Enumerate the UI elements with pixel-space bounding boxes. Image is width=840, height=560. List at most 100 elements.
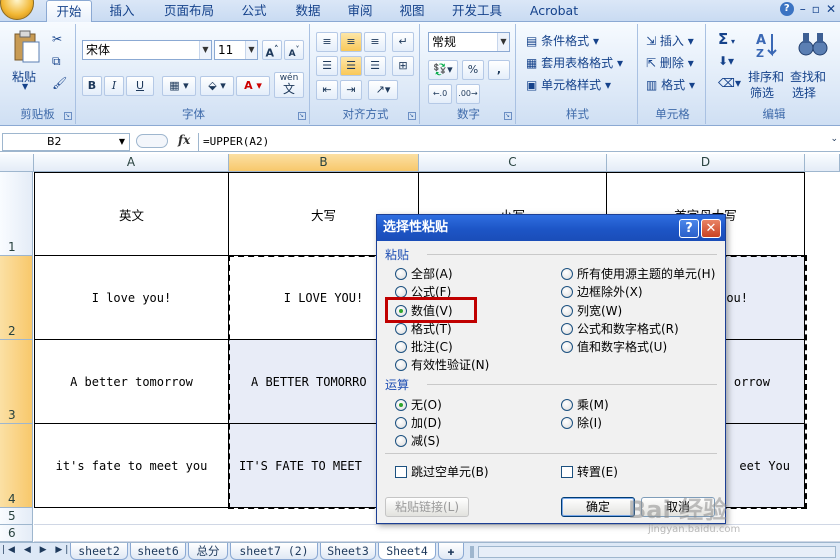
clear-button[interactable]: ⌫▾ [718,76,741,90]
paste-option-formulas-number-formats[interactable]: 公式和数字格式(R) [561,320,679,337]
column-header-c[interactable]: C [419,154,607,172]
format-as-table-button[interactable]: ▦ 套用表格格式 ▾ [526,54,623,71]
paste-link-button[interactable]: 粘贴链接(L) [385,497,469,517]
font-size-select[interactable]: 11 ▼ [214,40,258,60]
fill-color-button[interactable]: ⬙ ▾ [200,76,234,96]
paste-option-source-theme[interactable]: 所有使用源主题的单元(H) [561,265,715,282]
grow-font-button[interactable]: A˄ [262,40,282,60]
help-icon[interactable]: ? [779,2,794,16]
tab-home[interactable]: 开始 [46,0,92,23]
tab-developer[interactable]: 开发工具 [446,0,508,22]
paste-option-comments[interactable]: 批注(C) [395,338,453,355]
operation-option-divide[interactable]: 除(I) [561,414,602,431]
paste-option-column-widths[interactable]: 列宽(W) [561,302,622,319]
operation-option-none[interactable]: 无(O) [395,396,442,413]
expand-formula-icon[interactable]: ⌄ [830,134,838,144]
minimize-icon[interactable]: – [800,2,806,20]
wrap-text-icon[interactable]: ↵ [392,32,414,52]
sheet-tab-zongfen[interactable]: 总分 [188,543,228,560]
close-icon[interactable]: ✕ [826,2,836,20]
dialog-close-button[interactable]: ✕ [701,219,721,238]
align-bottom-icon[interactable]: ≡ [364,32,386,52]
paste-option-all[interactable]: 全部(A) [395,265,453,282]
tab-data[interactable]: 数据 [286,0,330,22]
comma-button[interactable]: , [488,60,510,80]
sort-filter-label-2[interactable]: 筛选 [750,84,774,101]
tab-review[interactable]: 审阅 [338,0,382,22]
find-select-label-2[interactable]: 选择 [792,84,816,101]
delete-cells-button[interactable]: ⇱ 删除 ▾ [646,54,694,71]
column-header-a[interactable]: A [34,154,229,172]
row-header-6[interactable]: 6 [0,525,33,542]
conditional-format-button[interactable]: ▤ 条件格式 ▾ [526,32,599,49]
column-header-e[interactable] [805,154,840,172]
copy-icon[interactable]: ⧉ [52,54,61,69]
formula-bar-splitter[interactable] [136,134,168,148]
align-left-icon[interactable]: ☰ [316,56,338,76]
row-header-4[interactable]: 4 [0,424,33,508]
increase-decimal-icon[interactable]: ←.0 [428,84,452,104]
cell-a4[interactable]: it's fate to meet you [34,424,229,508]
chevron-down-icon[interactable]: ▼ [119,134,125,150]
cell-a3[interactable]: A better tomorrow [34,340,229,424]
formula-input[interactable]: =UPPER(A2) [198,133,826,151]
shrink-font-button[interactable]: A˅ [284,40,304,60]
alignment-launcher-icon[interactable]: ↘ [408,112,416,120]
paste-option-values-number-formats[interactable]: 值和数字格式(U) [561,338,667,355]
cell-a1[interactable]: 英文 [34,172,229,256]
font-color-button[interactable]: A ▾ [236,76,270,96]
borders-button[interactable]: ▦ ▾ [162,76,196,96]
sort-filter-label-1[interactable]: 排序和 [748,68,784,85]
operation-option-multiply[interactable]: 乘(M) [561,396,609,413]
orientation-icon[interactable]: ↗▾ [368,80,398,100]
tab-formulas[interactable]: 公式 [232,0,276,22]
accounting-format-icon[interactable]: 💱▾ [428,60,458,80]
sheet-nav-icons[interactable]: |◀ ◀ ▶ ▶| [2,545,71,555]
align-center-icon[interactable]: ☰ [340,56,362,76]
increase-indent-icon[interactable]: ⇥ [340,80,362,100]
insert-function-icon[interactable]: fx [178,133,190,147]
column-header-d[interactable]: D [607,154,805,172]
underline-button[interactable]: U [126,76,154,96]
format-painter-icon[interactable]: 🖌 [52,76,67,90]
insert-cells-button[interactable]: ⇲ 插入 ▾ [646,32,694,49]
decrease-decimal-icon[interactable]: .00→ [456,84,480,104]
paste-dropdown-icon[interactable]: ▼ [22,82,28,91]
clipboard-launcher-icon[interactable]: ↘ [64,112,72,120]
align-middle-icon[interactable]: ≡ [340,32,362,52]
phonetic-button[interactable]: wén 文 [274,72,304,98]
number-format-select[interactable]: 常规 ▼ [428,32,510,52]
sheet-tab-sheet2[interactable]: sheet2 [70,543,128,560]
find-select-label-1[interactable]: 查找和 [790,68,826,85]
horizontal-scrollbar[interactable] [478,546,836,558]
ok-button[interactable]: 确定 [561,497,635,517]
tab-page-layout[interactable]: 页面布局 [154,0,224,22]
tab-insert[interactable]: 插入 [100,0,144,22]
dialog-help-button[interactable]: ? [679,219,699,238]
align-right-icon[interactable]: ☰ [364,56,386,76]
row-header-2[interactable]: 2 [0,256,33,340]
column-header-b[interactable]: B [229,154,419,172]
row-header-1[interactable]: 1 [0,172,33,256]
align-top-icon[interactable]: ≡ [316,32,338,52]
insert-sheet-icon[interactable]: ✚ [438,543,464,560]
skip-blanks-checkbox[interactable]: 跳过空单元(B) [395,463,489,480]
paste-option-except-borders[interactable]: 边框除外(X) [561,283,643,300]
font-launcher-icon[interactable]: ↘ [298,112,306,120]
tab-acrobat[interactable]: Acrobat [524,0,584,22]
restore-icon[interactable]: ▫ [812,2,820,20]
sheet-tab-sheet6[interactable]: sheet6 [130,543,186,560]
cell-styles-button[interactable]: ▣ 单元格样式 ▾ [526,76,611,93]
sheet-tab-sheet3[interactable]: Sheet3 [320,543,376,560]
decrease-indent-icon[interactable]: ⇤ [316,80,338,100]
fill-button[interactable]: ⬇▾ [718,54,734,68]
merge-center-icon[interactable]: ⊞ [392,56,414,76]
operation-option-add[interactable]: 加(D) [395,414,442,431]
font-family-select[interactable]: 宋体 ▼ [82,40,212,60]
italic-button[interactable]: I [104,76,124,96]
number-launcher-icon[interactable]: ↘ [504,112,512,120]
bold-button[interactable]: B [82,76,102,96]
format-cells-button[interactable]: ▥ 格式 ▾ [646,76,695,93]
cut-icon[interactable]: ✂ [52,32,62,46]
sheet-tab-sheet7-2[interactable]: sheet7 (2) [230,543,318,560]
